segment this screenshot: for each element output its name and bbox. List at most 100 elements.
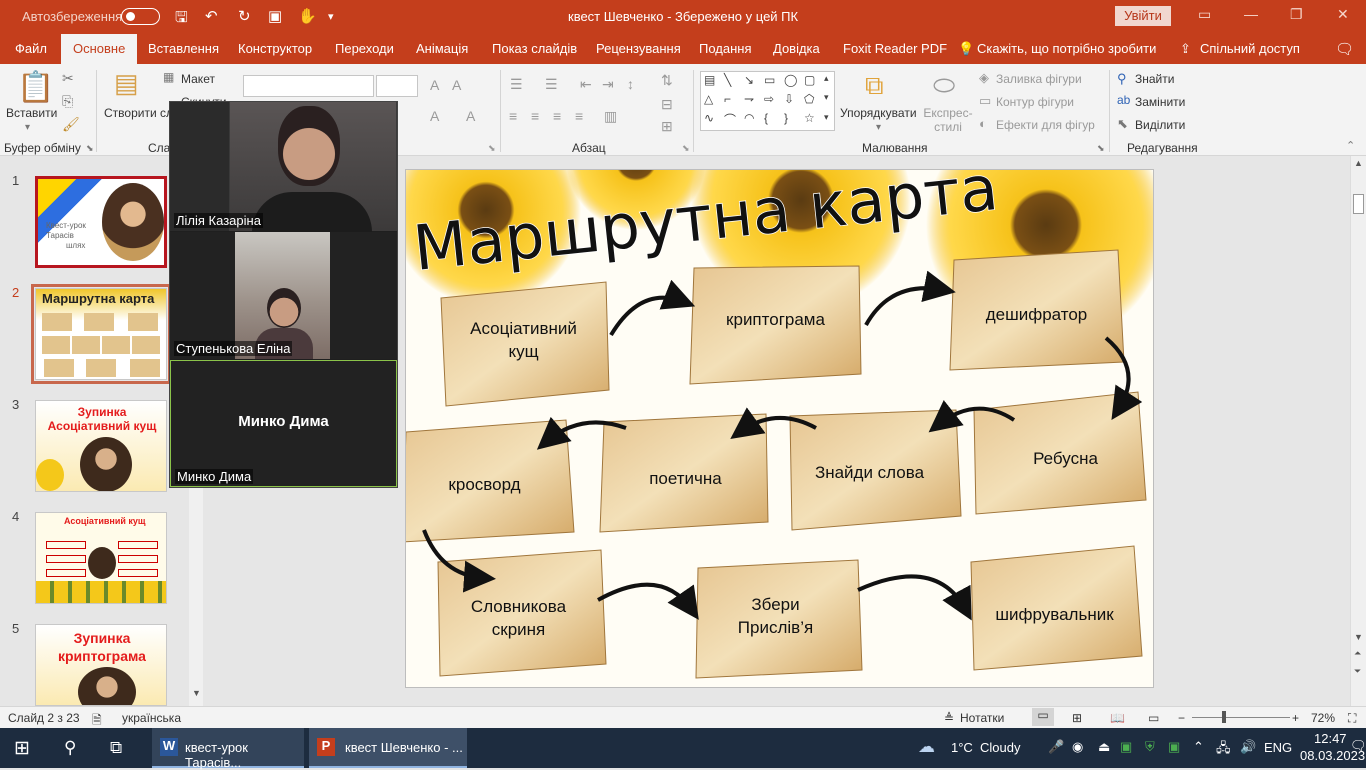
route-node[interactable]: Знайди слова <box>787 420 952 524</box>
cloud-icon[interactable]: ☁ <box>918 737 935 757</box>
tray-app-icon[interactable]: ▣ <box>1120 739 1132 755</box>
clock-time[interactable]: 12:47 <box>1314 731 1347 746</box>
taskbar-app-powerpoint[interactable]: P квест Шевченко - ... <box>309 728 467 768</box>
arrange-button[interactable]: Упорядкувати <box>840 106 917 120</box>
customize-toolbar-icon[interactable]: ▾ <box>328 10 334 23</box>
shapes-more-icon[interactable]: ▾ <box>824 112 829 123</box>
quick-styles-icon[interactable]: ⬭ <box>933 70 955 102</box>
down-arrow-shape-icon[interactable]: ⇩ <box>784 92 794 106</box>
arc-shape-icon[interactable]: ◠ <box>744 111 754 125</box>
pentagon-shape-icon[interactable]: ⬠ <box>804 92 814 106</box>
tab-insert[interactable]: Вставлення <box>148 41 219 56</box>
notes-icon[interactable]: ≜ <box>944 711 954 725</box>
columns-icon[interactable]: ▥ <box>604 108 617 125</box>
autosave-toggle[interactable] <box>121 8 160 25</box>
line-spacing-icon[interactable]: ↕ <box>627 76 634 92</box>
tab-review[interactable]: Рецензування <box>596 41 681 56</box>
zoom-app-icon[interactable]: ◉ <box>1072 739 1083 755</box>
slideshow-icon[interactable]: ▭ <box>1148 711 1159 725</box>
tell-me-icon[interactable]: 💡 <box>958 41 974 57</box>
replace-button[interactable]: Замінити <box>1135 95 1185 109</box>
weather-text[interactable]: Cloudy <box>980 740 1020 755</box>
freeform-shape-icon[interactable]: ∿ <box>704 111 714 125</box>
participant-tile[interactable]: Ступенькова Еліна <box>170 232 397 359</box>
zoom-out-icon[interactable]: − <box>1178 711 1185 725</box>
reading-view-icon[interactable]: 📖 <box>1110 711 1125 725</box>
drawing-launcher-icon[interactable]: ⬊ <box>1097 143 1105 154</box>
layout-button[interactable]: Макет <box>181 72 215 86</box>
clear-format-icon[interactable]: A <box>430 108 439 124</box>
rectangle-shape-icon[interactable]: ▭ <box>764 73 775 87</box>
share-icon[interactable]: ⇪ <box>1180 41 1191 57</box>
text-direction-icon[interactable]: ⇅ <box>661 72 673 89</box>
curve-shape-icon[interactable]: ⌒ <box>724 111 736 128</box>
slide-thumb-2[interactable]: Маршрутна карта <box>31 284 171 384</box>
shape-effects-icon[interactable]: ◐ <box>979 116 987 131</box>
start-icon[interactable]: ⊞ <box>14 737 30 760</box>
scroll-thumb[interactable] <box>1353 194 1364 214</box>
line-shape-icon[interactable]: ╲ <box>724 73 731 87</box>
select-icon[interactable]: ⬉ <box>1117 116 1128 132</box>
font-name-input[interactable] <box>243 75 374 97</box>
tray-app2-icon[interactable]: ▣ <box>1168 739 1180 755</box>
restore-icon[interactable]: ❐ <box>1290 6 1303 23</box>
align-right-icon[interactable]: ≡ <box>553 108 561 124</box>
input-language[interactable]: ENG <box>1264 740 1292 755</box>
tell-me-search[interactable]: Скажіть, що потрібно зробити <box>977 41 1156 56</box>
shapes-gallery[interactable]: ▤ ╲ ↘ ▭ ◯ ▢ △ ⌐ ⇁ ⇨ ⇩ ⬠ ∿ ⌒ ◠ { } ☆ ▴ ▾ … <box>700 71 835 131</box>
star-shape-icon[interactable]: ☆ <box>804 111 815 125</box>
shape-fill-icon[interactable]: ◈ <box>979 70 989 86</box>
numbering-icon[interactable]: ☰ <box>545 76 558 93</box>
justify-icon[interactable]: ≡ <box>575 108 583 124</box>
decrease-font-icon[interactable]: A <box>452 77 461 93</box>
route-node[interactable]: криптограма <box>693 267 858 371</box>
triangle-shape-icon[interactable]: △ <box>704 92 713 106</box>
tab-transitions[interactable]: Переходи <box>335 41 394 56</box>
cut-icon[interactable]: ✂ <box>62 70 74 87</box>
taskbar-app-word[interactable]: W квест-урок Тарасів... <box>152 728 304 770</box>
scroll-down-icon[interactable]: ▼ <box>192 688 201 698</box>
align-center-icon[interactable]: ≡ <box>531 108 539 124</box>
replace-icon[interactable]: ab <box>1117 93 1130 107</box>
zoom-slider[interactable] <box>1192 717 1290 718</box>
tab-design[interactable]: Конструктор <box>238 41 312 56</box>
scroll-down-icon[interactable]: ▼ <box>1354 632 1363 642</box>
format-painter-icon[interactable]: 🖌 <box>62 116 80 133</box>
textbox-shape-icon[interactable]: ▤ <box>704 73 715 87</box>
zoom-level[interactable]: 72% <box>1311 711 1335 725</box>
find-icon[interactable]: ⚲ <box>1117 71 1127 87</box>
zoom-in-icon[interactable]: + <box>1292 711 1299 725</box>
slide-sorter-icon[interactable]: ⊞ <box>1072 711 1082 725</box>
select-button[interactable]: Виділити <box>1135 118 1185 132</box>
slide-thumb-4[interactable]: Асоціативний кущ <box>35 512 167 604</box>
font-color-icon[interactable]: A <box>466 108 475 124</box>
increase-indent-icon[interactable]: ⇥ <box>602 76 614 93</box>
close-icon[interactable]: ✕ <box>1337 6 1349 23</box>
tab-view[interactable]: Подання <box>699 41 752 56</box>
route-node[interactable]: Ребусна <box>983 406 1148 510</box>
shape-fill-button[interactable]: Заливка фігури <box>996 72 1082 86</box>
route-node[interactable]: Збери Прислів’я <box>693 564 858 668</box>
presentation-start-icon[interactable]: ▣ <box>268 7 282 25</box>
shape-outline-button[interactable]: Контур фігури <box>996 95 1074 109</box>
signin-button[interactable]: Увійти <box>1115 6 1171 26</box>
route-node[interactable]: поетична <box>603 426 768 530</box>
volume-icon[interactable]: 🔊 <box>1240 739 1256 755</box>
left-brace-icon[interactable]: { <box>764 111 768 125</box>
rounded-rect-shape-icon[interactable]: ▢ <box>804 73 815 87</box>
elbow-arrow-icon[interactable]: ⇁ <box>744 92 754 106</box>
weather-temperature[interactable]: 1°C <box>951 740 973 755</box>
notifications-icon[interactable]: 🗨 <box>1350 738 1366 754</box>
scroll-up-icon[interactable]: ▲ <box>1354 158 1363 168</box>
paste-icon[interactable]: 📋 <box>17 70 54 105</box>
route-node[interactable]: шифрувальник <box>972 562 1137 666</box>
participant-tile[interactable]: Минко Дима Минко Дима <box>170 360 397 487</box>
slide-scrollbar[interactable]: ▲ ▼ ⏶ ⏷ <box>1350 156 1366 706</box>
paste-button[interactable]: Вставити <box>6 106 57 120</box>
network-icon[interactable]: 🖧 <box>1216 739 1231 761</box>
language-indicator[interactable]: українська <box>122 711 181 725</box>
clipboard-launcher-icon[interactable]: ⬊ <box>86 143 94 154</box>
right-brace-icon[interactable]: } <box>784 111 788 125</box>
collapse-ribbon-icon[interactable]: ⌃ <box>1346 139 1355 152</box>
task-view-icon[interactable]: ⧉ <box>110 738 122 758</box>
